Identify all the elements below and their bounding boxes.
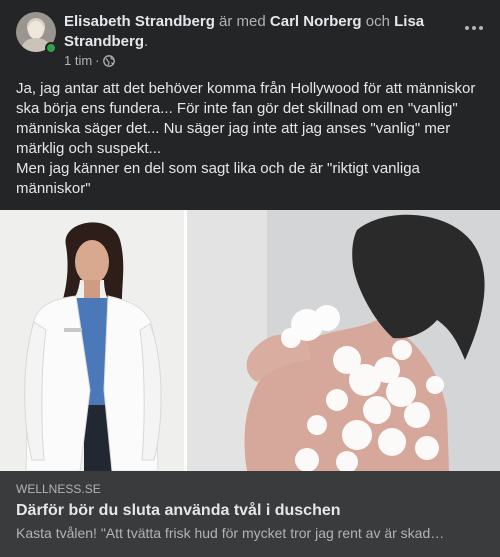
more-options-button[interactable] — [460, 18, 488, 38]
meta-separator: · — [95, 53, 100, 68]
doctor-photo — [0, 210, 184, 471]
link-preview-image[interactable] — [0, 210, 500, 471]
post-timestamp-link[interactable]: 1 tim — [64, 53, 92, 69]
more-dot-icon — [472, 26, 476, 30]
post-paragraph-2: Men jag känner en del som sagt lika och … — [16, 160, 420, 197]
with-text: är med — [219, 13, 266, 30]
avatar-face — [28, 21, 44, 39]
more-dot-icon — [479, 26, 483, 30]
link-domain: WELLNESS.SE — [16, 482, 101, 496]
post-body: Ja, jag antar att det behöver komma från… — [16, 79, 484, 199]
post-title: Elisabeth Strandberg är med Carl Norberg… — [64, 12, 454, 52]
online-status-icon — [45, 42, 57, 54]
globe-icon[interactable] — [102, 55, 115, 67]
post-paragraph-1: Ja, jag antar att det behöver komma från… — [16, 80, 476, 157]
tagged-person-link-1[interactable]: Carl Norberg — [270, 13, 362, 30]
post-header: Elisabeth Strandberg är med Carl Norberg… — [16, 12, 484, 70]
shower-illustration — [187, 210, 500, 471]
link-info[interactable]: WELLNESS.SE Därför bör du sluta använda … — [0, 471, 500, 557]
title-period: . — [144, 33, 149, 50]
link-headline[interactable]: Därför bör du sluta använda tvål i dusch… — [16, 501, 484, 521]
doctor-illustration — [0, 210, 184, 471]
more-dot-icon — [465, 26, 469, 30]
link-preview-card[interactable]: WELLNESS.SE Därför bör du sluta använda … — [0, 210, 500, 557]
shower-photo — [187, 210, 500, 471]
feed-post: Elisabeth Strandberg är med Carl Norberg… — [0, 0, 500, 557]
and-text: och — [365, 13, 390, 30]
author-name-link[interactable]: Elisabeth Strandberg — [64, 13, 215, 30]
post-meta: 1 tim · — [64, 53, 115, 69]
link-description: Kasta tvålen! "Att tvätta frisk hud för … — [16, 525, 445, 541]
